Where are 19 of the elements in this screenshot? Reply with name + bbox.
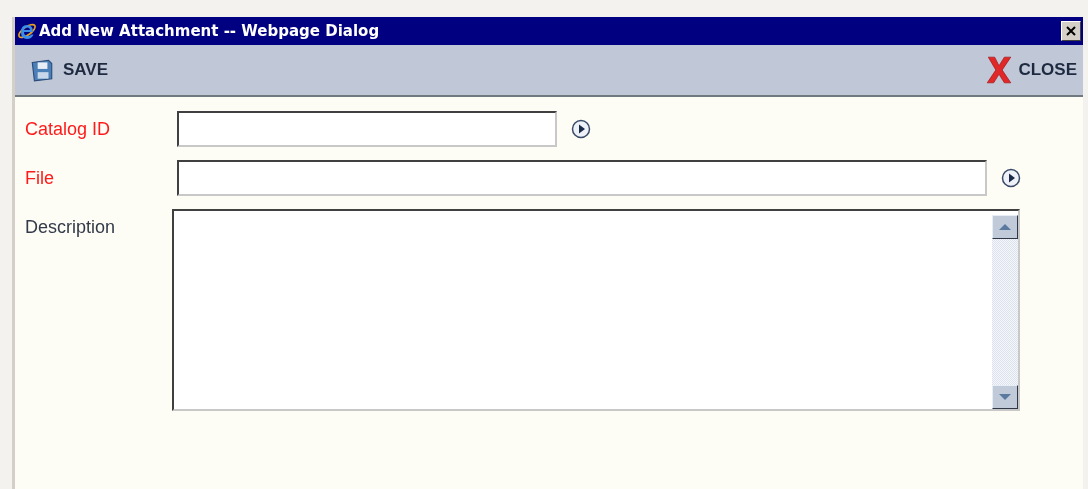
close-button[interactable]: CLOSE <box>984 53 1079 87</box>
field-label: Catalog ID <box>25 118 112 140</box>
down-arrow-icon <box>999 394 1011 400</box>
play-icon[interactable] <box>571 119 591 139</box>
close-button[interactable] <box>1061 21 1081 41</box>
window-title: Add New Attachment -- Webpage Dialog <box>39 22 381 40</box>
close-icon <box>986 55 1013 85</box>
up-arrow-icon <box>999 224 1011 230</box>
input-field[interactable] <box>177 111 557 147</box>
browser-logo-icon <box>17 21 37 41</box>
close-icon <box>1066 26 1076 36</box>
save-button[interactable]: SAVE <box>27 55 111 85</box>
play-icon[interactable] <box>1001 168 1021 188</box>
scroll-up-button[interactable] <box>992 215 1018 239</box>
field-label: File <box>25 167 55 189</box>
scrollbar[interactable] <box>992 215 1018 409</box>
scroll-down-button[interactable] <box>992 385 1018 409</box>
field-label: Description <box>25 216 117 238</box>
input-field[interactable] <box>177 160 987 196</box>
